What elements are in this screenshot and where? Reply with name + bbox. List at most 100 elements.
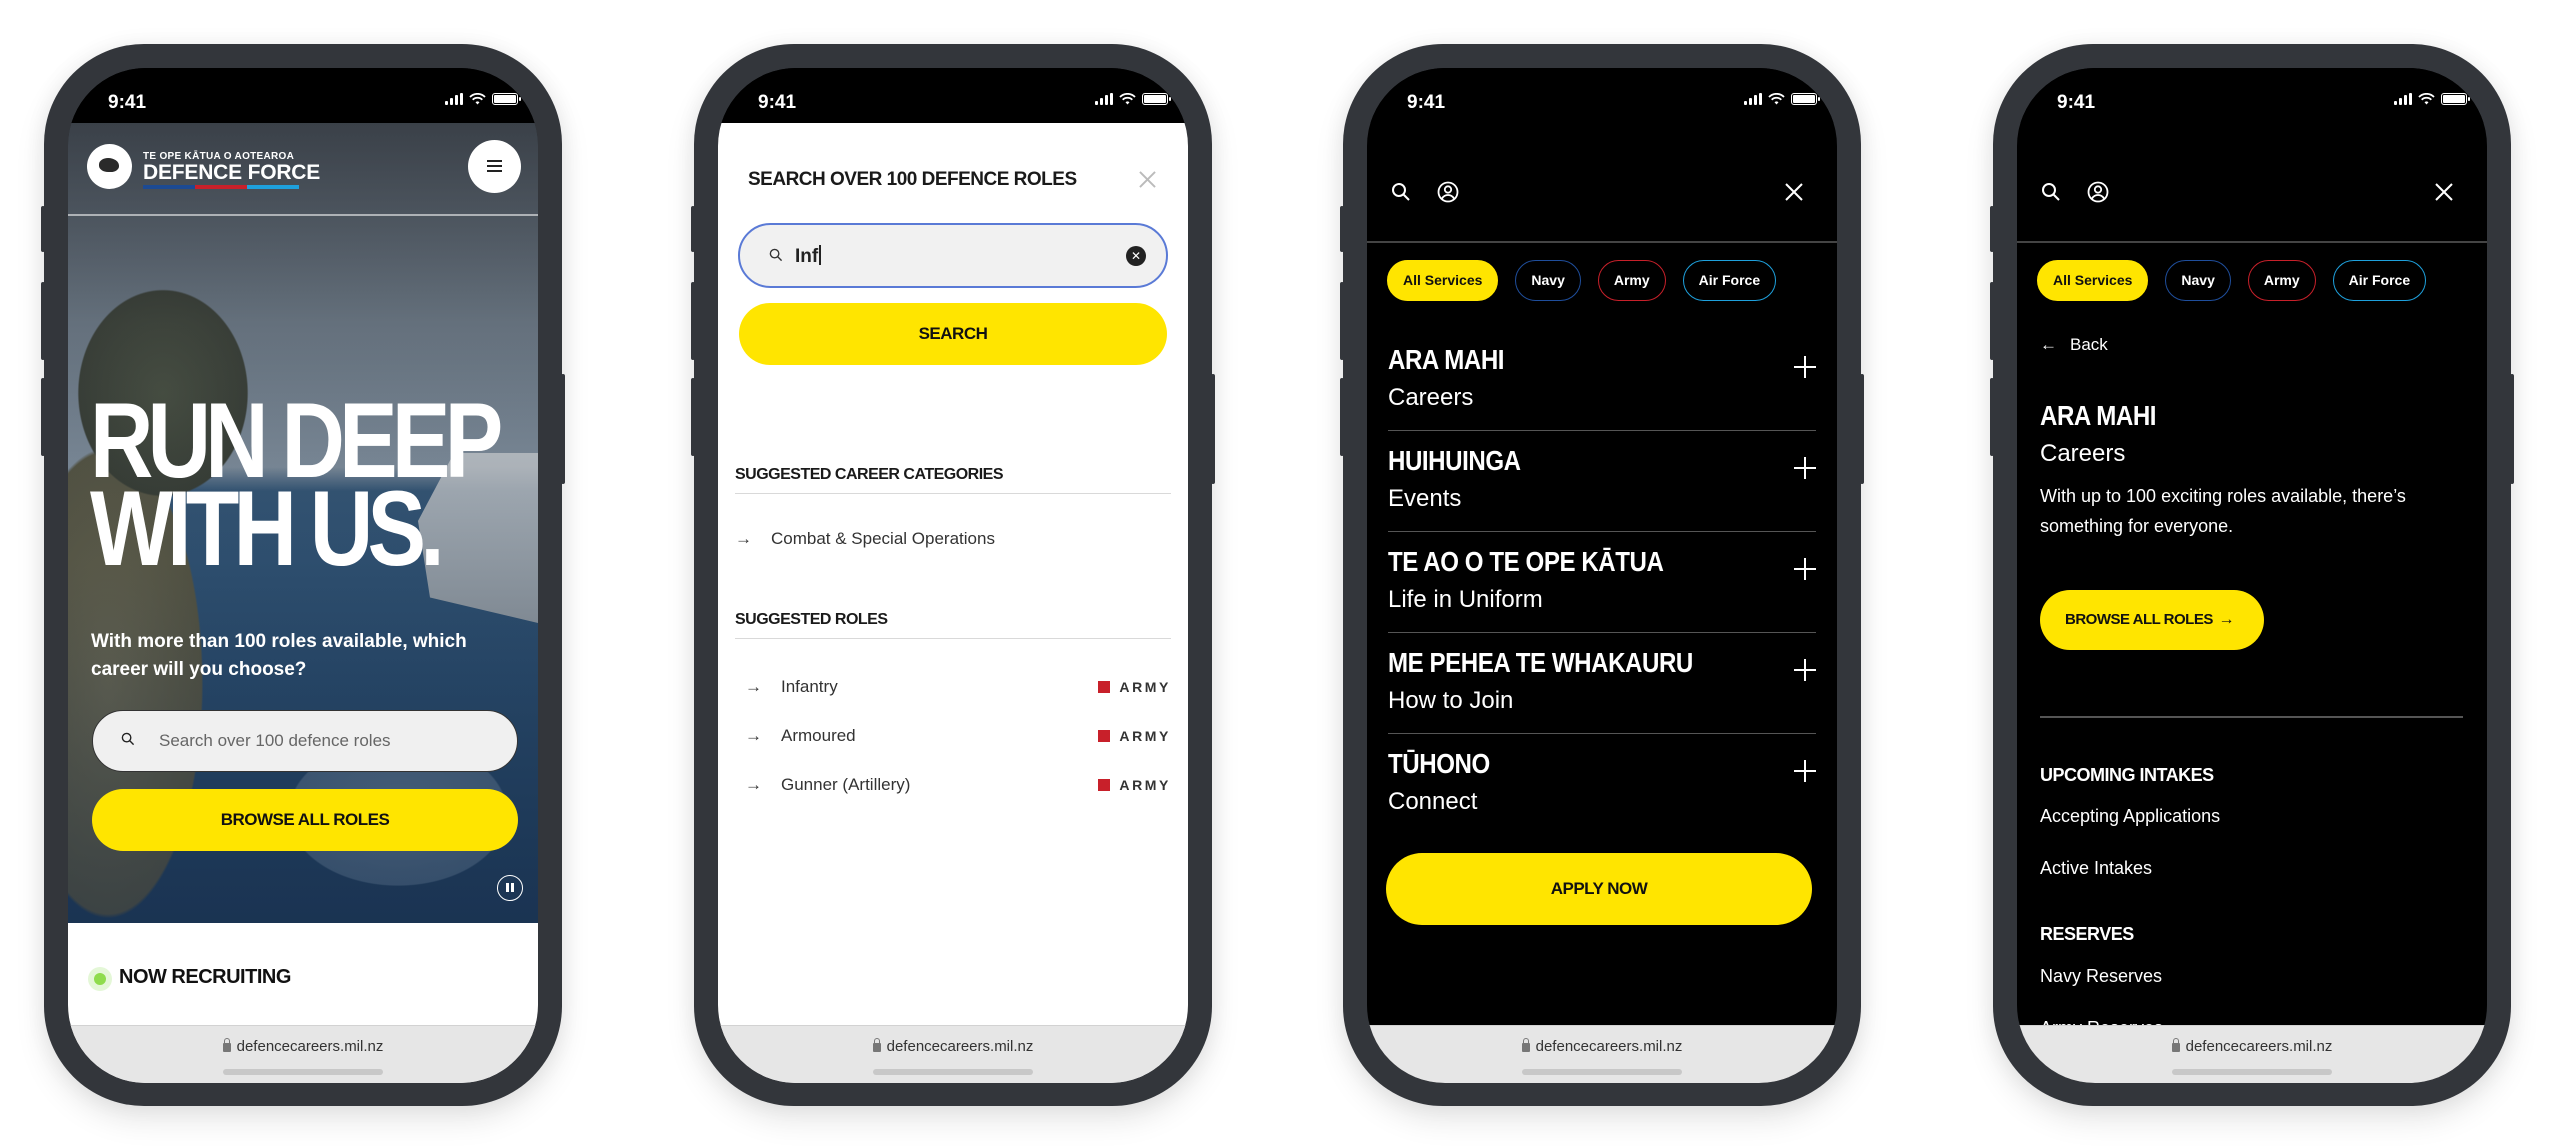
volume-down-button	[1340, 378, 1344, 456]
user-account-icon[interactable]	[2087, 181, 2109, 203]
divider	[2040, 716, 2463, 718]
menu-item-life-in-uniform[interactable]: TE AO O TE OPE KĀTUA Life in Uniform	[1388, 532, 1816, 633]
kiwi-logo-icon[interactable]	[87, 144, 132, 189]
search-placeholder: Search over 100 defence roles	[159, 731, 391, 750]
live-status-dot-icon	[88, 967, 112, 991]
lock-icon	[872, 1038, 881, 1052]
menu-item-title: TE AO O TE OPE KĀTUA	[1388, 546, 1664, 577]
arrow-right-icon: →	[745, 726, 762, 745]
army-square-icon	[1098, 730, 1111, 742]
browser-url-bar[interactable]: defencecareers.mil.nz	[2017, 1025, 2487, 1083]
clear-input-icon[interactable]: ✕	[1126, 246, 1146, 266]
plus-icon[interactable]	[1794, 558, 1816, 580]
role-search-input[interactable]: Search over 100 defence roles	[92, 710, 518, 772]
home-indicator[interactable]	[223, 1069, 383, 1075]
signal-icon	[1095, 93, 1113, 105]
home-indicator[interactable]	[873, 1069, 1033, 1075]
back-link[interactable]: ← Back	[2040, 335, 2108, 355]
user-account-icon[interactable]	[1437, 181, 1459, 203]
filter-army[interactable]: Army	[1597, 260, 1666, 301]
service-filter: All Services Navy Army Air Force	[2037, 260, 2427, 301]
plus-icon[interactable]	[1794, 356, 1816, 378]
silent-switch	[691, 206, 695, 252]
arrow-right-icon: →	[745, 775, 762, 794]
wifi-icon	[2418, 93, 2435, 105]
suggested-categories-heading: SUGGESTED CAREER CATEGORIES	[735, 466, 1004, 483]
filter-navy[interactable]: Navy	[1515, 260, 1581, 301]
menu-item-careers[interactable]: ARA MAHI Careers	[1388, 330, 1816, 431]
link-navy-reserves[interactable]: Navy Reserves	[2040, 966, 2162, 987]
search-icon[interactable]	[1391, 182, 1411, 202]
service-badge: ARMY	[1098, 728, 1171, 744]
plus-icon[interactable]	[1794, 457, 1816, 479]
menu-item-title: TŪHONO	[1388, 748, 1490, 779]
browser-url-bar[interactable]: defencecareers.mil.nz	[68, 1025, 538, 1083]
suggested-roles-heading: SUGGESTED ROLES	[735, 611, 888, 628]
menu-toolbar	[2017, 123, 2487, 243]
menu-item-subtitle: Events	[1388, 485, 1462, 512]
url-text: defencecareers.mil.nz	[1535, 1038, 1683, 1055]
pause-icon[interactable]	[497, 875, 523, 901]
arrow-left-icon: ←	[2040, 335, 2057, 354]
submenu-title: ARA MAHI	[2040, 400, 2157, 431]
arrow-right-icon: →	[735, 529, 752, 548]
site-logo[interactable]: TE OPE KĀTUA O AOTEAROA DEFENCE FORCE	[143, 152, 320, 189]
plus-icon[interactable]	[1794, 659, 1816, 681]
filter-all-services[interactable]: All Services	[1387, 260, 1499, 301]
army-square-icon	[1098, 681, 1111, 693]
menu-item-subtitle: Connect	[1388, 788, 1478, 815]
hero-headline: RUN DEEP WITH US.	[90, 387, 503, 582]
volume-up-button	[1340, 282, 1344, 360]
menu-item-connect[interactable]: TŪHONO Connect	[1388, 734, 1816, 835]
filter-air-force[interactable]: Air Force	[1682, 260, 1777, 301]
close-icon[interactable]	[1139, 171, 1156, 188]
browser-url-bar[interactable]: defencecareers.mil.nz	[718, 1025, 1188, 1083]
filter-navy[interactable]: Navy	[2165, 260, 2231, 301]
text-caret	[819, 245, 821, 265]
close-icon[interactable]	[2435, 183, 2453, 201]
plus-icon[interactable]	[1794, 760, 1816, 782]
signal-icon	[2394, 93, 2412, 105]
search-button[interactable]: SEARCH	[739, 303, 1167, 365]
role-result[interactable]: → Infantry ARMY	[745, 677, 1171, 697]
close-icon[interactable]	[1785, 183, 1803, 201]
army-square-icon	[1098, 779, 1111, 791]
search-input-value: Inf	[795, 246, 819, 267]
link-accepting-applications[interactable]: Accepting Applications	[2040, 806, 2220, 827]
browse-all-roles-button[interactable]: BROWSE ALL ROLES	[92, 789, 518, 851]
service-badge: ARMY	[1098, 777, 1171, 793]
screen: 9:41 All Services Navy Army Air Force AR…	[1367, 68, 1837, 1083]
menu-item-subtitle: Careers	[1388, 384, 1474, 411]
link-active-intakes[interactable]: Active Intakes	[2040, 858, 2152, 879]
screen: 9:41 SEARCH OVER 100 DEFENCE ROLES Inf ✕…	[718, 68, 1188, 1083]
wifi-icon	[1768, 93, 1785, 105]
category-link[interactable]: → Combat & Special Operations	[735, 529, 995, 549]
menu-item-events[interactable]: HUIHUINGA Events	[1388, 431, 1816, 532]
role-result[interactable]: → Gunner (Artillery) ARMY	[745, 775, 1171, 795]
hero-subhead: With more than 100 roles available, whic…	[91, 631, 467, 680]
logo-tricolour-bar	[143, 185, 299, 189]
status-time: 9:41	[2057, 92, 2096, 113]
filter-air-force[interactable]: Air Force	[2332, 260, 2427, 301]
filter-all-services[interactable]: All Services	[2037, 260, 2149, 301]
power-button	[2510, 374, 2514, 484]
menu-item-title: HUIHUINGA	[1388, 445, 1521, 476]
submenu-description: With up to 100 exciting roles available,…	[2040, 486, 2406, 536]
status-bar: 9:41	[718, 68, 1188, 123]
browse-all-roles-button[interactable]: BROWSE ALL ROLES →	[2040, 590, 2264, 650]
search-input[interactable]: Inf ✕	[738, 223, 1168, 288]
role-result[interactable]: → Armoured ARMY	[745, 726, 1171, 746]
status-time: 9:41	[108, 92, 147, 113]
battery-icon	[1142, 93, 1171, 105]
home-indicator[interactable]	[2172, 1069, 2332, 1075]
browser-url-bar[interactable]: defencecareers.mil.nz	[1367, 1025, 1837, 1083]
search-icon[interactable]	[2041, 182, 2061, 202]
filter-army[interactable]: Army	[2247, 260, 2316, 301]
phone-search-screen: 9:41 SEARCH OVER 100 DEFENCE ROLES Inf ✕…	[691, 44, 1215, 1106]
menu-toolbar	[1367, 123, 1837, 243]
menu-item-how-to-join[interactable]: ME PEHEA TE WHAKAURU How to Join	[1388, 633, 1816, 734]
apply-now-button[interactable]: APPLY NOW	[1386, 853, 1812, 925]
search-title: SEARCH OVER 100 DEFENCE ROLES	[748, 169, 1077, 190]
home-indicator[interactable]	[1522, 1069, 1682, 1075]
menu-button[interactable]	[468, 140, 521, 193]
